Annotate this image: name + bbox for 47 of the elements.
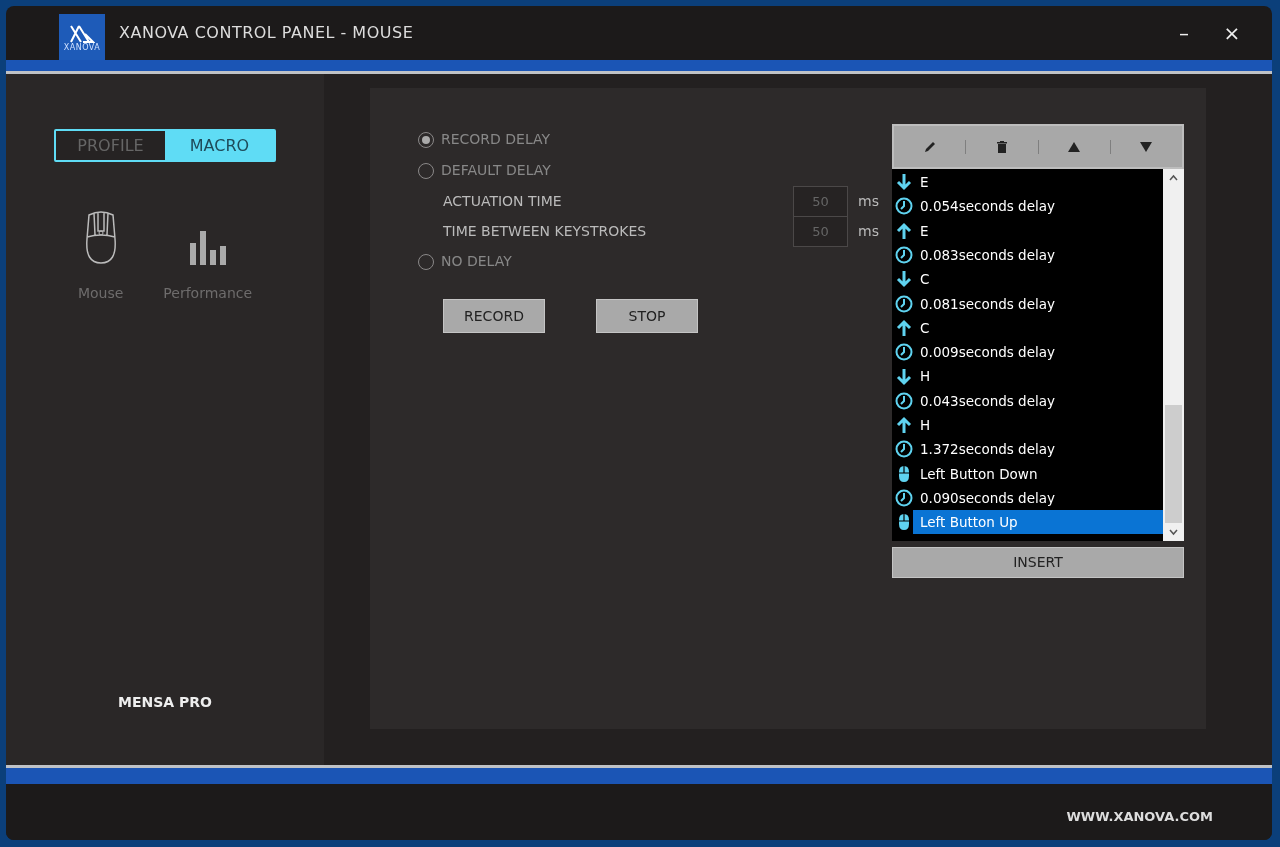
website-url: WWW.XANOVA.COM	[1066, 807, 1213, 826]
macro-item[interactable]: 1.372seconds delay	[892, 437, 1163, 462]
arrow-up-icon	[895, 318, 913, 337]
clock-icon	[895, 391, 913, 410]
clock-icon	[895, 489, 913, 507]
logo-mark-icon	[69, 24, 95, 44]
bar-chart-icon	[188, 231, 227, 265]
macro-item[interactable]: 0.090seconds delay	[892, 485, 1163, 511]
macro-item[interactable]: E	[892, 170, 1163, 195]
logo-text: XANOVA	[63, 44, 101, 52]
record-button[interactable]: RECORD	[443, 299, 545, 333]
radio-label: DEFAULT DELAY	[441, 161, 551, 180]
arrow-down-icon	[895, 173, 913, 192]
arrow-up-icon	[895, 221, 913, 240]
arrow-up-icon	[895, 416, 913, 435]
radio-label: RECORD DELAY	[441, 130, 551, 149]
macro-item[interactable]: 0.043seconds delay	[892, 388, 1163, 413]
macro-item[interactable]: 0.081seconds delay	[892, 291, 1163, 316]
macro-item[interactable]: H	[892, 412, 1163, 438]
close-button[interactable]: ×	[1208, 18, 1256, 48]
clock-icon	[895, 197, 913, 216]
clock-icon	[895, 246, 913, 265]
device-name: MENSA PRO	[118, 693, 212, 712]
mode-tab[interactable]: MACRO	[165, 131, 274, 160]
field-label: ACTUATION TIME	[443, 191, 563, 211]
field-label: TIME BETWEEN KEYSTROKES	[443, 221, 648, 241]
clock-icon	[895, 294, 913, 313]
window-title: XANOVA CONTROL PANEL - MOUSE	[119, 22, 415, 44]
arrow-down-icon	[895, 367, 913, 386]
macro-item[interactable]: C	[892, 267, 1163, 292]
radio-label: NO DELAY	[441, 252, 512, 271]
macro-item[interactable]: C	[892, 315, 1163, 341]
scrollbar[interactable]	[1163, 169, 1184, 541]
macro-item[interactable]: E	[892, 218, 1163, 243]
minimize-button[interactable]: –	[1160, 18, 1208, 48]
stop-button[interactable]: STOP	[596, 299, 698, 333]
clock-icon	[895, 440, 913, 459]
unit-label: ms	[857, 221, 880, 241]
macro-item[interactable]: Left Button Down	[892, 461, 1163, 486]
macro-item[interactable]: 0.054seconds delay	[892, 194, 1163, 219]
arrow-down-icon	[895, 270, 913, 289]
macro-item[interactable]: H	[892, 364, 1163, 389]
clock-icon	[895, 343, 913, 362]
insert-button[interactable]: INSERT	[892, 547, 1184, 578]
macro-item[interactable]: 0.009seconds delay	[892, 340, 1163, 365]
unit-label: ms	[857, 191, 880, 211]
macro-item[interactable]: 0.083seconds delay	[892, 242, 1163, 268]
